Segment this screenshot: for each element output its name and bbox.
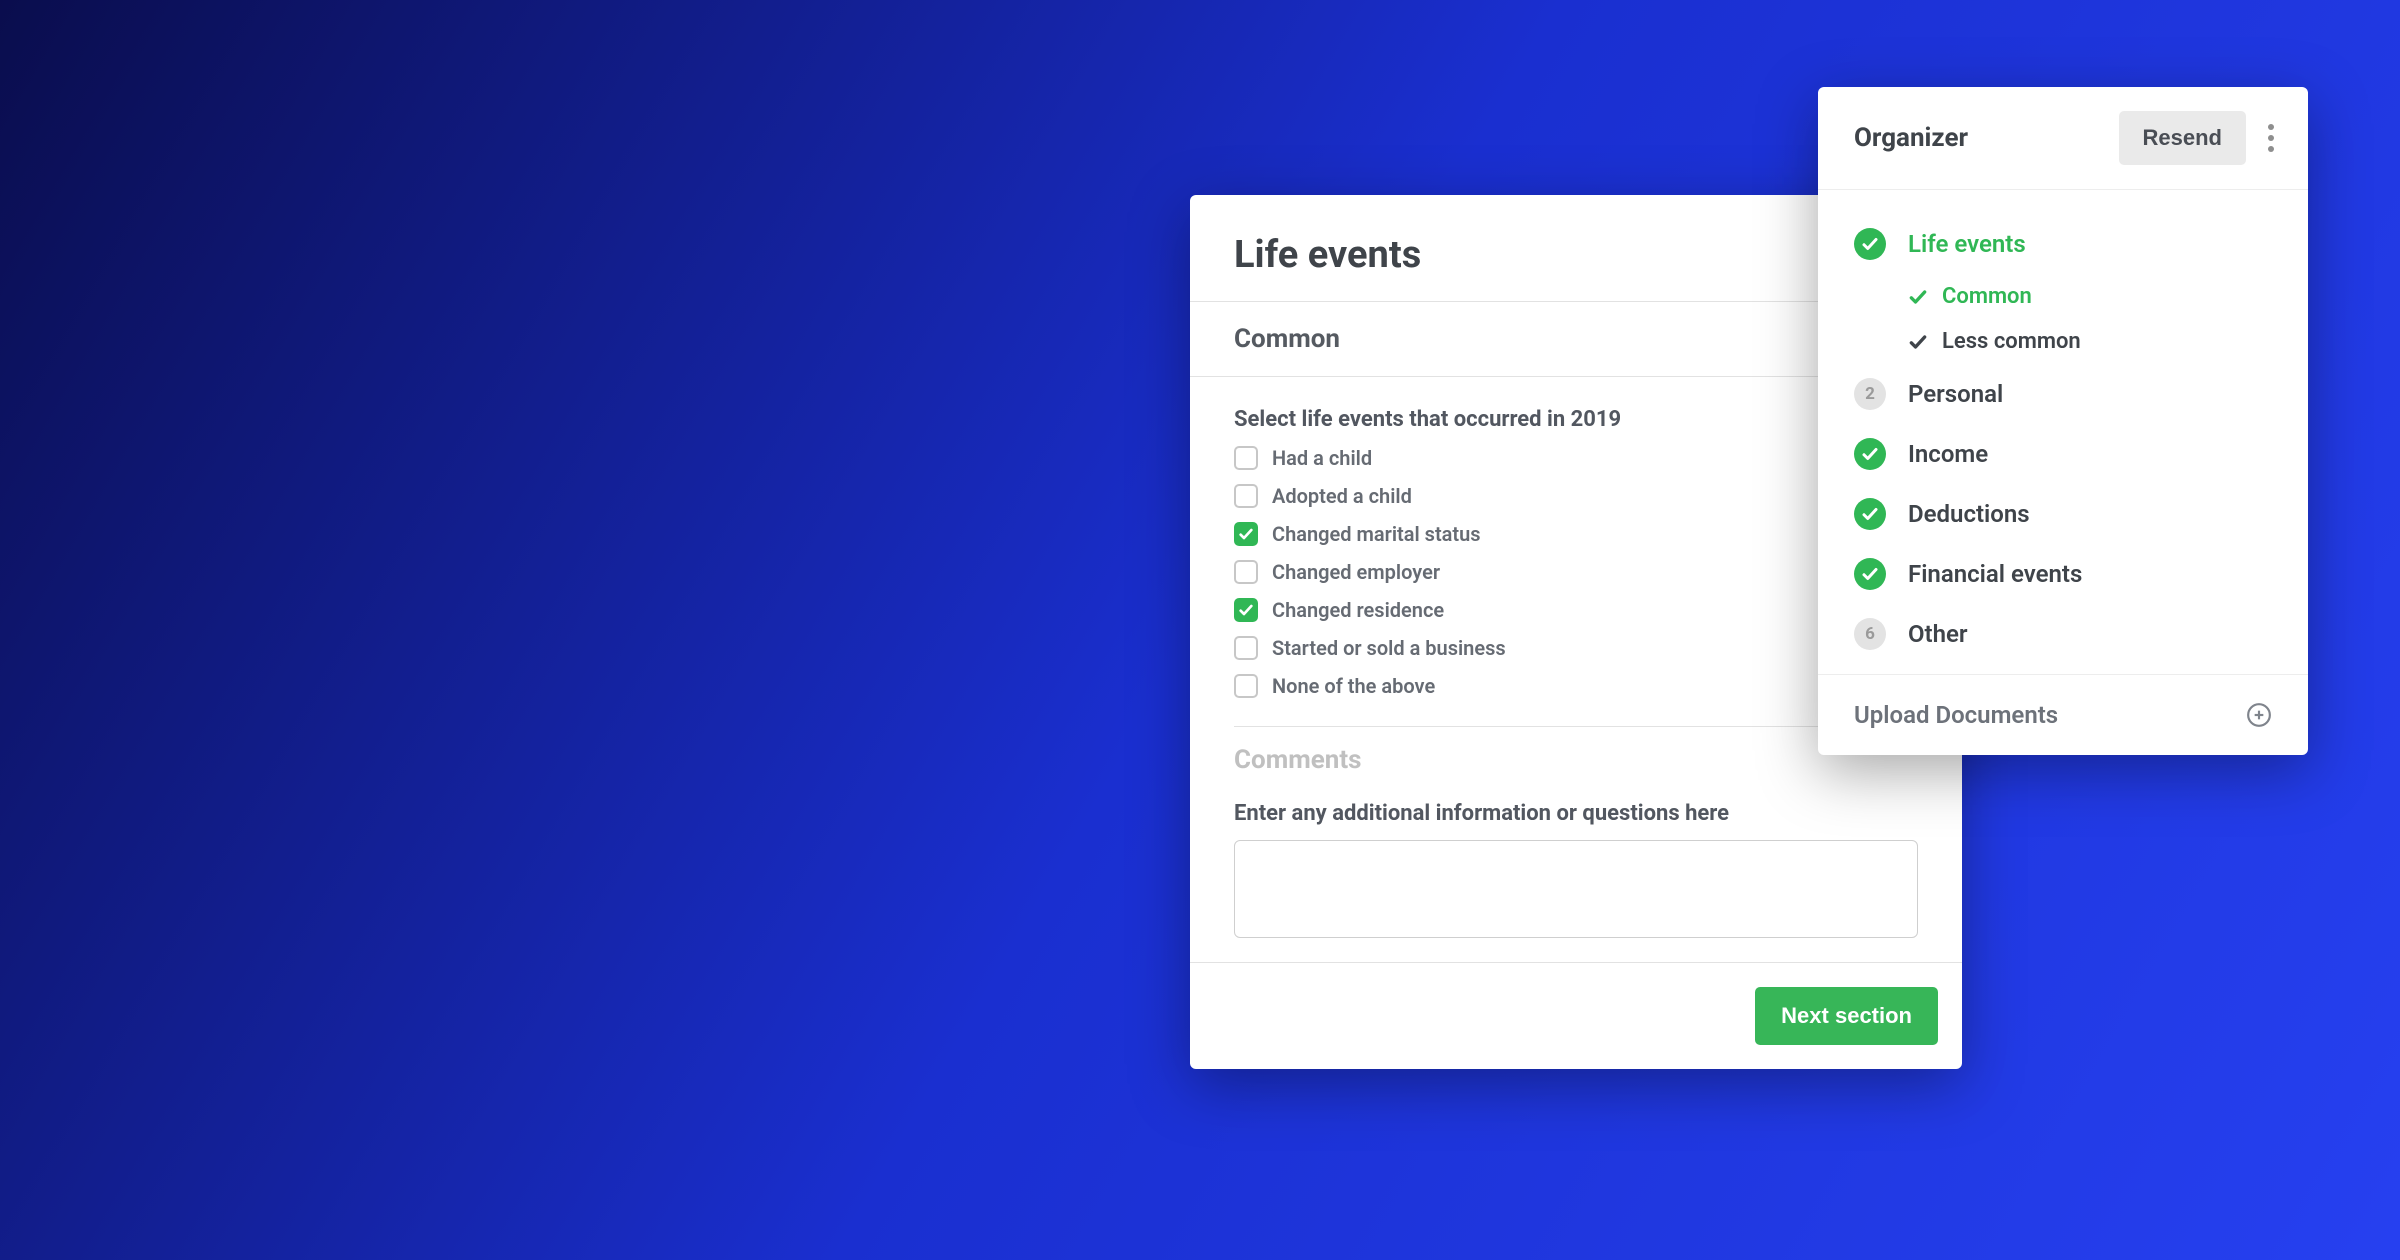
next-section-button[interactable]: Next section [1755, 987, 1938, 1045]
checkbox-icon [1234, 674, 1258, 698]
check-circle-icon [1854, 228, 1886, 260]
organizer-section-item[interactable]: Deductions [1854, 484, 2272, 544]
checkbox-option[interactable]: Changed residence [1234, 598, 1918, 622]
checkbox-icon [1234, 484, 1258, 508]
comments-textarea[interactable] [1234, 840, 1918, 938]
organizer-section-label: Life events [1908, 230, 2026, 258]
comments-title: Comments [1234, 745, 1918, 775]
checkbox-label: Changed marital status [1272, 522, 1481, 546]
checkbox-icon [1234, 598, 1258, 622]
organizer-section-label: Personal [1908, 380, 2003, 408]
checkbox-icon [1234, 636, 1258, 660]
organizer-header: Organizer Resend [1818, 87, 2308, 190]
organizer-subitem[interactable]: Less common [1908, 319, 2272, 364]
checkbox-icon [1234, 446, 1258, 470]
organizer-section-label: Financial events [1908, 560, 2082, 588]
checkbox-label: Had a child [1272, 446, 1372, 470]
check-icon [1908, 332, 1928, 352]
organizer-section-item[interactable]: 6 Other [1854, 604, 2272, 664]
organizer-section-item[interactable]: 2 Personal [1854, 364, 2272, 424]
checkbox-label: Changed residence [1272, 598, 1444, 622]
comments-section: Comments [1234, 726, 1918, 801]
checkbox-option[interactable]: None of the above [1234, 674, 1918, 698]
organizer-section-label: Deductions [1908, 500, 2030, 528]
checkbox-option[interactable]: Adopted a child [1234, 484, 1918, 508]
comments-body: Enter any additional information or ques… [1234, 801, 1918, 942]
organizer-title: Organizer [1854, 123, 2105, 153]
check-icon [1908, 287, 1928, 307]
organizer-subitem-label: Common [1942, 284, 2032, 309]
section-number-badge: 6 [1854, 618, 1886, 650]
organizer-subitem[interactable]: Common [1908, 274, 2272, 319]
check-circle-icon [1854, 558, 1886, 590]
checkbox-option[interactable]: Started or sold a business [1234, 636, 1918, 660]
prompt-label: Select life events that occurred in 2019 [1234, 407, 1918, 432]
section-number-badge: 2 [1854, 378, 1886, 410]
plus-circle-icon [2246, 702, 2272, 728]
checkbox-label: Changed employer [1272, 560, 1440, 584]
checkbox-option[interactable]: Had a child [1234, 446, 1918, 470]
organizer-section-item[interactable]: Life events [1854, 214, 2272, 274]
checkbox-label: Started or sold a business [1272, 636, 1506, 660]
section-title: Common [1234, 324, 1918, 354]
checkbox-option[interactable]: Changed marital status [1234, 522, 1918, 546]
organizer-section-label: Other [1908, 620, 1968, 648]
resend-button[interactable]: Resend [2119, 111, 2246, 165]
organizer-section-item[interactable]: Income [1854, 424, 2272, 484]
checkbox-label: Adopted a child [1272, 484, 1412, 508]
upload-documents-label: Upload Documents [1854, 701, 2058, 729]
comments-label: Enter any additional information or ques… [1234, 801, 1918, 826]
options-list: Had a child Adopted a child Changed marita… [1234, 446, 1918, 698]
form-footer: Next section [1190, 962, 1962, 1069]
checkbox-icon [1234, 522, 1258, 546]
organizer-subitem-label: Less common [1942, 329, 2081, 354]
check-circle-icon [1854, 498, 1886, 530]
check-circle-icon [1854, 438, 1886, 470]
checkbox-icon [1234, 560, 1258, 584]
more-menu-icon[interactable] [2260, 116, 2282, 160]
checkbox-option[interactable]: Changed employer [1234, 560, 1918, 584]
organizer-section-list: Life events Common Less common 2 Personal Inc… [1818, 190, 2308, 674]
organizer-subitems: Common Less common [1854, 274, 2272, 364]
organizer-section-label: Income [1908, 440, 1988, 468]
checkbox-label: None of the above [1272, 674, 1435, 698]
organizer-section-item[interactable]: Financial events [1854, 544, 2272, 604]
form-title: Life events [1234, 233, 1918, 277]
upload-documents-row[interactable]: Upload Documents [1818, 674, 2308, 755]
organizer-panel: Organizer Resend Life events Common Less c… [1818, 87, 2308, 755]
